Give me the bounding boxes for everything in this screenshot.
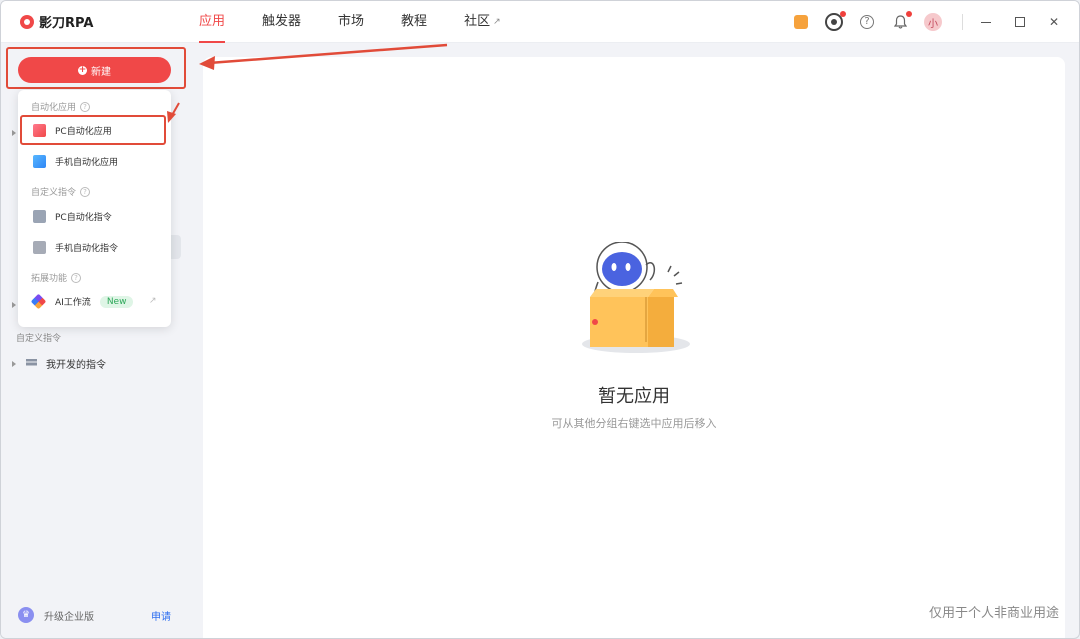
expand-arrow-icon <box>12 302 16 308</box>
tab-triggers[interactable]: 触发器 <box>262 1 301 43</box>
title-bar-actions: ? 小 ✕ <box>792 1 1079 43</box>
bell-icon <box>893 15 907 29</box>
minimize-icon <box>981 21 991 23</box>
maximize-button[interactable] <box>1013 15 1027 29</box>
new-dropdown-menu: 自动化应用? PC自动化应用 手机自动化应用 自定义指令? PC自动化指令 手机… <box>18 90 171 327</box>
maximize-icon <box>1015 17 1025 27</box>
help-icon: ? <box>80 101 91 112</box>
close-button[interactable]: ✕ <box>1047 15 1061 29</box>
app-name: 影刀RPA <box>39 16 94 31</box>
tab-tutorials[interactable]: 教程 <box>401 1 427 43</box>
apply-link[interactable]: 申请 <box>151 608 171 623</box>
layers-icon <box>26 359 37 368</box>
app-logo: 影刀RPA <box>20 12 180 31</box>
section-title-extensions: 拓展功能? <box>31 271 82 284</box>
minimize-button[interactable] <box>979 15 993 29</box>
annotation-highlight <box>6 47 186 89</box>
mobile-app-icon <box>33 155 46 168</box>
section-title-automation-apps: 自动化应用? <box>31 100 91 113</box>
empty-state-robot-illustration <box>582 242 690 353</box>
top-nav: 应用 触发器 市场 教程 社区 ↗ <box>199 1 538 43</box>
logo-icon <box>20 14 34 29</box>
app-window: 影刀RPA 应用 触发器 市场 教程 社区 ↗ ? 小 ✕ + 新建 自定义指令… <box>0 0 1080 639</box>
annotation-highlight <box>20 115 166 145</box>
section-title-custom-commands: 自定义指令? <box>31 185 91 198</box>
sidebar: + 新建 自定义指令 我开发的指令 自动化应用? PC自动化应用 手机自动化应用 <box>1 43 187 638</box>
watermark: 仅用于个人非商业用途 <box>928 606 1059 621</box>
pc-command-icon <box>33 210 46 223</box>
help-icon: ? <box>860 15 874 29</box>
menu-item-pc-command[interactable]: PC自动化指令 <box>33 210 112 223</box>
new-badge: New <box>99 295 134 308</box>
custom-commands-label: 自定义指令 <box>16 334 62 344</box>
notification-dot <box>840 11 846 17</box>
sidebar-item-label: 我开发的指令 <box>46 360 106 371</box>
avatar[interactable]: 小 <box>924 13 942 31</box>
menu-item-ai-workflow[interactable]: AI工作流 New <box>30 293 134 310</box>
sidebar-item-my-commands[interactable]: 我开发的指令 <box>12 356 106 371</box>
help-icon: ? <box>71 272 82 283</box>
tab-market[interactable]: 市场 <box>338 1 364 43</box>
upgrade-enterprise: ♛ 升级企业版 申请 <box>18 607 171 623</box>
upgrade-label: 升级企业版 <box>44 611 94 623</box>
external-link-icon[interactable]: ↗ <box>149 296 157 306</box>
eye-button[interactable] <box>825 11 846 31</box>
ai-workflow-icon <box>30 293 47 310</box>
close-icon: ✕ <box>1048 15 1060 29</box>
notifications-button[interactable] <box>891 11 912 31</box>
title-bar: 影刀RPA 应用 触发器 市场 教程 社区 ↗ ? 小 ✕ <box>1 1 1079 43</box>
tab-community[interactable]: 社区 ↗ <box>464 1 501 43</box>
empty-state-title: 暂无应用 <box>598 386 670 407</box>
menu-item-mobile-command[interactable]: 手机自动化指令 <box>33 241 118 254</box>
main-panel: 暂无应用 可从其他分组右键选中应用后移入 <box>203 57 1065 638</box>
tab-apps[interactable]: 应用 <box>199 1 226 43</box>
help-button[interactable]: ? <box>858 13 876 31</box>
divider <box>962 14 963 30</box>
gift-button[interactable] <box>792 13 810 31</box>
empty-state-subtitle: 可从其他分组右键选中应用后移入 <box>551 417 717 430</box>
notification-dot <box>906 11 912 17</box>
selected-group-highlight <box>171 235 181 259</box>
crown-icon: ♛ <box>18 607 34 623</box>
help-icon: ? <box>80 186 91 197</box>
expand-arrow-icon <box>12 360 16 367</box>
expand-arrow-icon <box>12 130 16 136</box>
external-link-icon: ↗ <box>493 16 501 27</box>
mobile-command-icon <box>33 241 46 254</box>
gift-icon <box>794 15 808 29</box>
menu-item-mobile-app[interactable]: 手机自动化应用 <box>33 155 118 168</box>
